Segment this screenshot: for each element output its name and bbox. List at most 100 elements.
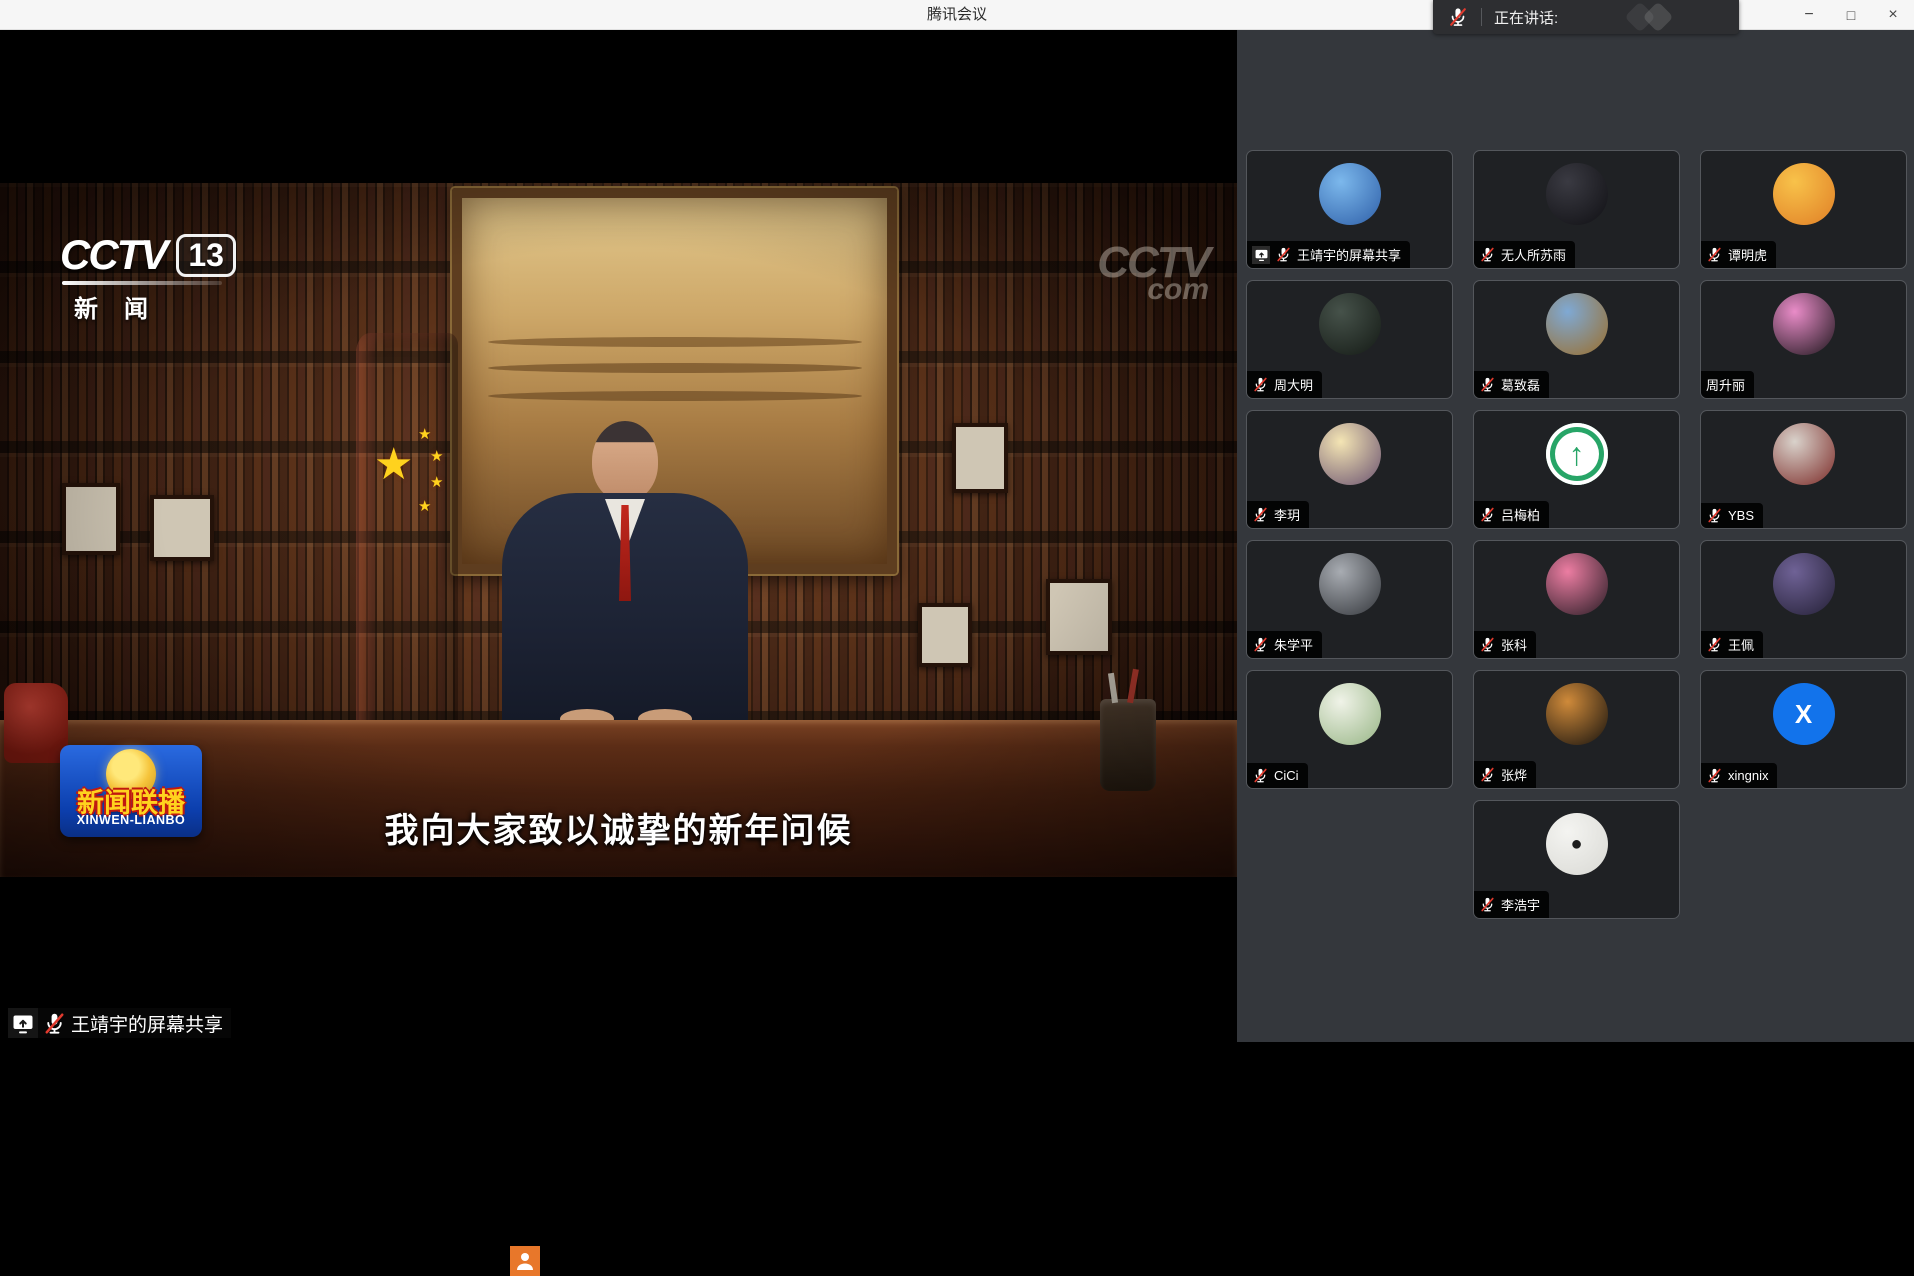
channel-number: 13 [176, 234, 236, 277]
divider [1481, 8, 1482, 26]
cctv-com-watermark: CCTV com [1097, 241, 1209, 305]
participant-name: YBS [1728, 508, 1754, 523]
avatar [1319, 423, 1381, 485]
participant-label: xingnix [1701, 763, 1777, 788]
participant-tile[interactable]: YBS [1700, 410, 1907, 529]
participant-name: 葛致磊 [1501, 375, 1540, 394]
participant-tile[interactable]: 无人所苏雨 [1473, 150, 1680, 269]
window-controls: − □ × [1788, 0, 1914, 30]
participant-tile[interactable]: 王靖宇的屏幕共享 [1246, 150, 1453, 269]
participant-tile[interactable]: 张科 [1473, 540, 1680, 659]
avatar [1546, 293, 1608, 355]
participant-name: CiCi [1274, 768, 1299, 783]
logo-underline [62, 281, 222, 285]
tencent-meeting-logo-icon [1621, 4, 1691, 30]
maximize-button[interactable]: □ [1830, 0, 1872, 30]
muted-mic-icon [1479, 246, 1496, 263]
avatar [1546, 683, 1608, 745]
participant-name: 谭明虎 [1728, 245, 1767, 264]
broadcast-subtitle: 我向大家致以诚挚的新年问候 [0, 803, 1237, 852]
participant-label: 张科 [1474, 631, 1536, 658]
muted-mic-icon [42, 1011, 67, 1036]
participant-tile[interactable]: 谭明虎 [1700, 150, 1907, 269]
avatar [1319, 163, 1381, 225]
avatar: ● [1546, 813, 1608, 875]
participant-tile[interactable]: 朱学平 [1246, 540, 1453, 659]
avatar [1773, 163, 1835, 225]
participant-label: 李玥 [1247, 501, 1309, 528]
screen-share-icon [8, 1008, 38, 1038]
participant-name: 无人所苏雨 [1501, 245, 1566, 264]
share-indicator-label: 王靖宇的屏幕共享 [71, 1010, 223, 1037]
avatar [1773, 553, 1835, 615]
shared-video-cctv-broadcast: ★ ★ ★ ★ ★ CCTV 13 [0, 183, 1237, 877]
muted-mic-icon [1252, 376, 1269, 393]
sharer-person-icon [510, 1246, 540, 1276]
participant-label: 王靖宇的屏幕共享 [1247, 241, 1410, 268]
screen-share-icon [1252, 246, 1270, 264]
participant-name: 王靖宇的屏幕共享 [1297, 245, 1401, 264]
participant-name: xingnix [1728, 768, 1768, 783]
muted-mic-icon [1252, 506, 1269, 523]
participant-name: 周升丽 [1706, 375, 1745, 394]
participant-label: 周大明 [1247, 371, 1322, 398]
avatar [1319, 293, 1381, 355]
screen-share-indicator: 王靖宇的屏幕共享 [8, 1008, 231, 1038]
participant-label: 吕梅柏 [1474, 501, 1549, 528]
participant-tile[interactable]: 李玥 [1246, 410, 1453, 529]
speaking-indicator-bar[interactable]: 正在讲话: [1433, 0, 1739, 34]
participant-label: CiCi [1247, 763, 1308, 788]
avatar [1773, 293, 1835, 355]
participant-tile[interactable]: ↑ 吕梅柏 [1473, 410, 1680, 529]
participant-name: 周大明 [1274, 375, 1313, 394]
avatar [1319, 683, 1381, 745]
participant-label: 谭明虎 [1701, 241, 1776, 268]
participant-name: 张科 [1501, 635, 1527, 654]
muted-mic-icon [1479, 506, 1496, 523]
participant-label: 无人所苏雨 [1474, 241, 1575, 268]
muted-mic-icon [1706, 636, 1723, 653]
participant-name: 朱学平 [1274, 635, 1313, 654]
avatar [1319, 553, 1381, 615]
muted-mic-icon [1275, 246, 1292, 263]
participant-tile[interactable]: Xxingnix [1700, 670, 1907, 789]
participant-label: 朱学平 [1247, 631, 1322, 658]
channel-name: 新闻 [74, 289, 236, 324]
participant-name: 王佩 [1728, 635, 1754, 654]
participant-tile[interactable]: CiCi [1246, 670, 1453, 789]
minimize-button[interactable]: − [1788, 0, 1830, 30]
participant-name: 李浩宇 [1501, 895, 1540, 914]
participant-label: 李浩宇 [1474, 891, 1549, 918]
participant-grid: 王靖宇的屏幕共享 无人所苏雨 谭明虎周大明 葛致磊 周升丽李玥 ↑ 吕梅柏 YBS 朱学平 张科 王… [1237, 30, 1914, 1042]
participant-name: 张烨 [1501, 765, 1527, 784]
muted-mic-icon [1252, 767, 1269, 784]
muted-mic-icon [1447, 6, 1469, 28]
participant-tile[interactable]: 周升丽 [1700, 280, 1907, 399]
participant-label: 葛致磊 [1474, 371, 1549, 398]
participant-tile[interactable]: 葛致磊 [1473, 280, 1680, 399]
muted-mic-icon [1706, 507, 1723, 524]
participant-tile[interactable]: 王佩 [1700, 540, 1907, 659]
muted-mic-icon [1479, 376, 1496, 393]
participant-label: 张烨 [1474, 761, 1536, 788]
participant-name: 吕梅柏 [1501, 505, 1540, 524]
shared-screen-stage: ★ ★ ★ ★ ★ CCTV 13 [0, 30, 1237, 1042]
participant-tile[interactable]: 周大明 [1246, 280, 1453, 399]
meeting-main-area: ★ ★ ★ ★ ★ CCTV 13 [0, 30, 1914, 1042]
participant-tile[interactable]: ● 李浩宇 [1473, 800, 1680, 919]
muted-mic-icon [1479, 896, 1496, 913]
speaking-label: 正在讲话: [1494, 7, 1558, 28]
avatar [1546, 553, 1608, 615]
muted-mic-icon [1479, 766, 1496, 783]
muted-mic-icon [1706, 767, 1723, 784]
participant-label: YBS [1701, 503, 1763, 528]
cctv-wordmark: CCTV [60, 231, 166, 279]
avatar: X [1773, 683, 1835, 745]
avatar: ↑ [1546, 423, 1608, 485]
close-button[interactable]: × [1872, 0, 1914, 30]
participant-tile[interactable]: 张烨 [1473, 670, 1680, 789]
muted-mic-icon [1706, 246, 1723, 263]
cctv13-channel-logo: CCTV 13 新闻 [60, 231, 236, 324]
muted-mic-icon [1252, 636, 1269, 653]
muted-mic-icon [1479, 636, 1496, 653]
